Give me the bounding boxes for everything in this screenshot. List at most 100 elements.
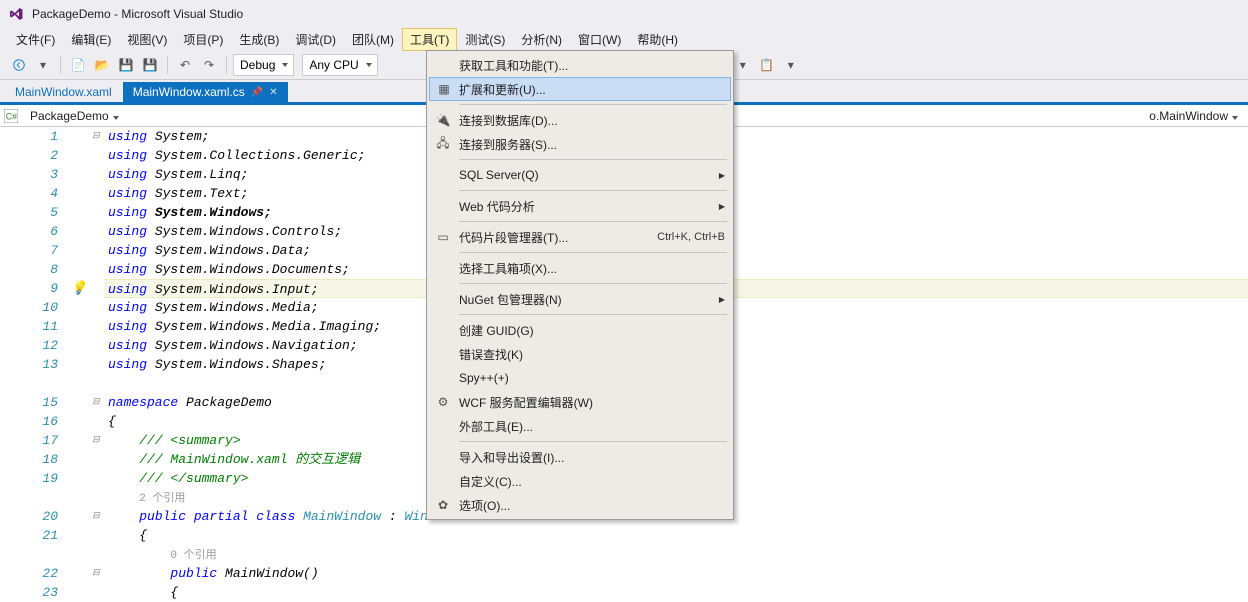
menu-item[interactable]: 团队(M) [344,28,402,51]
menu-item[interactable]: 编辑(E) [63,28,119,51]
submenu-arrow-icon: ▶ [719,295,725,304]
menu-item[interactable]: ▦扩展和更新(U)... [429,77,731,101]
menu-item[interactable]: 工具(T) [402,28,457,51]
menu-item[interactable]: 测试(S) [457,28,513,51]
forward-icon[interactable]: ▾ [32,54,54,76]
ext-icon: ▦ [436,81,452,97]
menu-item[interactable]: 帮助(H) [629,28,686,51]
line-number: 2 [0,146,58,165]
menu-item[interactable]: 视图(V) [119,28,175,51]
menu-item[interactable]: Web 代码分析▶ [429,194,731,218]
menu-item[interactable]: ✿选项(O)... [429,493,731,517]
menu-item[interactable]: 文件(F) [8,28,63,51]
menu-separator [459,190,727,191]
menu-separator [459,314,727,315]
vs-logo-icon [8,6,24,22]
line-number: 22 [0,564,58,583]
menu-item[interactable]: 错误查找(K) [429,342,731,366]
menu-item[interactable]: 自定义(C)... [429,469,731,493]
menu-item[interactable]: 生成(B) [231,28,287,51]
menu-item[interactable]: 导入和导出设置(I)... [429,445,731,469]
submenu-arrow-icon: ▶ [719,171,725,180]
window-title: PackageDemo - Microsoft Visual Studio [32,7,243,21]
snip-icon: ▭ [435,229,451,245]
menu-item[interactable]: 🖧连接到服务器(S)... [429,132,731,156]
menu-item[interactable]: ▭代码片段管理器(T)...Ctrl+K, Ctrl+B [429,225,731,249]
tb-misc-icon[interactable]: ▾ [732,54,754,76]
save-icon[interactable]: 💾 [115,54,137,76]
pin-icon[interactable]: 📌 [251,87,263,98]
line-number: 16 [0,412,58,431]
submenu-arrow-icon: ▶ [719,202,725,211]
line-number: 10 [0,298,58,317]
menu-separator [459,441,727,442]
menu-item[interactable]: 窗口(W) [570,28,629,51]
close-icon[interactable]: ✕ [269,87,277,98]
menu-item[interactable]: ⚙WCF 服务配置编辑器(W) [429,390,731,414]
new-icon[interactable]: 📄 [67,54,89,76]
menu-item[interactable]: Spy++(+) [429,366,731,390]
fold-toggle[interactable]: ⊟ [88,564,104,583]
line-number: 9 [0,279,58,298]
line-number [0,374,58,393]
code-line[interactable]: { [104,526,1248,545]
line-number: 15 [0,393,58,412]
tb-misc3-icon[interactable]: ▾ [780,54,802,76]
editor-tab[interactable]: MainWindow.xaml.cs📌✕ [123,82,288,102]
fold-toggle[interactable]: ⊟ [88,127,104,146]
fold-toggle[interactable]: ⊟ [88,393,104,412]
menubar: 文件(F)编辑(E)视图(V)项目(P)生成(B)调试(D)团队(M)工具(T)… [0,28,1248,50]
menu-item[interactable]: 外部工具(E)... [429,414,731,438]
code-line[interactable]: public MainWindow() [104,564,1248,583]
menu-item[interactable]: SQL Server(Q)▶ [429,163,731,187]
fold-toggle[interactable]: ⊟ [88,507,104,526]
open-icon[interactable]: 📂 [91,54,113,76]
redo-icon[interactable]: ↷ [198,54,220,76]
menu-separator [459,283,727,284]
menu-item[interactable]: 创建 GUID(G) [429,318,731,342]
code-line[interactable]: { [104,583,1248,602]
menu-separator [459,104,727,105]
line-number: 23 [0,583,58,602]
menu-item[interactable]: 调试(D) [287,28,344,51]
line-number: 17 [0,431,58,450]
line-number: 3 [0,165,58,184]
editor-tab[interactable]: MainWindow.xaml [4,82,123,102]
breadcrumb-class[interactable]: o.MainWindow [1143,109,1244,123]
menu-item[interactable]: 获取工具和功能(T)... [429,53,731,77]
menu-separator [459,252,727,253]
platform-combo[interactable]: Any CPU [302,54,377,76]
menu-item[interactable]: 项目(P) [175,28,231,51]
breadcrumb-project[interactable]: PackageDemo [24,109,125,123]
line-number: 18 [0,450,58,469]
line-number: 5 [0,203,58,222]
line-number: 11 [0,317,58,336]
menu-item[interactable]: 🔌连接到数据库(D)... [429,108,731,132]
line-number: 7 [0,241,58,260]
line-number: 21 [0,526,58,545]
lightbulb-icon[interactable]: 💡 [70,279,88,298]
menu-item[interactable]: NuGet 包管理器(N)▶ [429,287,731,311]
gear-icon: ✿ [435,497,451,513]
config-combo[interactable]: Debug [233,54,294,76]
csharp-icon: C# [4,109,18,123]
fold-toggle[interactable]: ⊟ [88,431,104,450]
wcf-icon: ⚙ [435,394,451,410]
undo-icon[interactable]: ↶ [174,54,196,76]
titlebar: PackageDemo - Microsoft Visual Studio [0,0,1248,28]
line-number [0,488,58,507]
menu-item[interactable]: 选择工具箱项(X)... [429,256,731,280]
code-line[interactable]: 0 个引用 [104,545,1248,564]
db-icon: 🔌 [435,112,451,128]
line-number: 1 [0,127,58,146]
save-all-icon[interactable]: 💾 [139,54,161,76]
tb-misc2-icon[interactable]: 📋 [756,54,778,76]
srv-icon: 🖧 [435,136,451,152]
line-number: 20 [0,507,58,526]
back-icon[interactable] [8,54,30,76]
line-number: 4 [0,184,58,203]
line-number: 19 [0,469,58,488]
menu-separator [459,221,727,222]
line-number: 6 [0,222,58,241]
menu-item[interactable]: 分析(N) [513,28,570,51]
